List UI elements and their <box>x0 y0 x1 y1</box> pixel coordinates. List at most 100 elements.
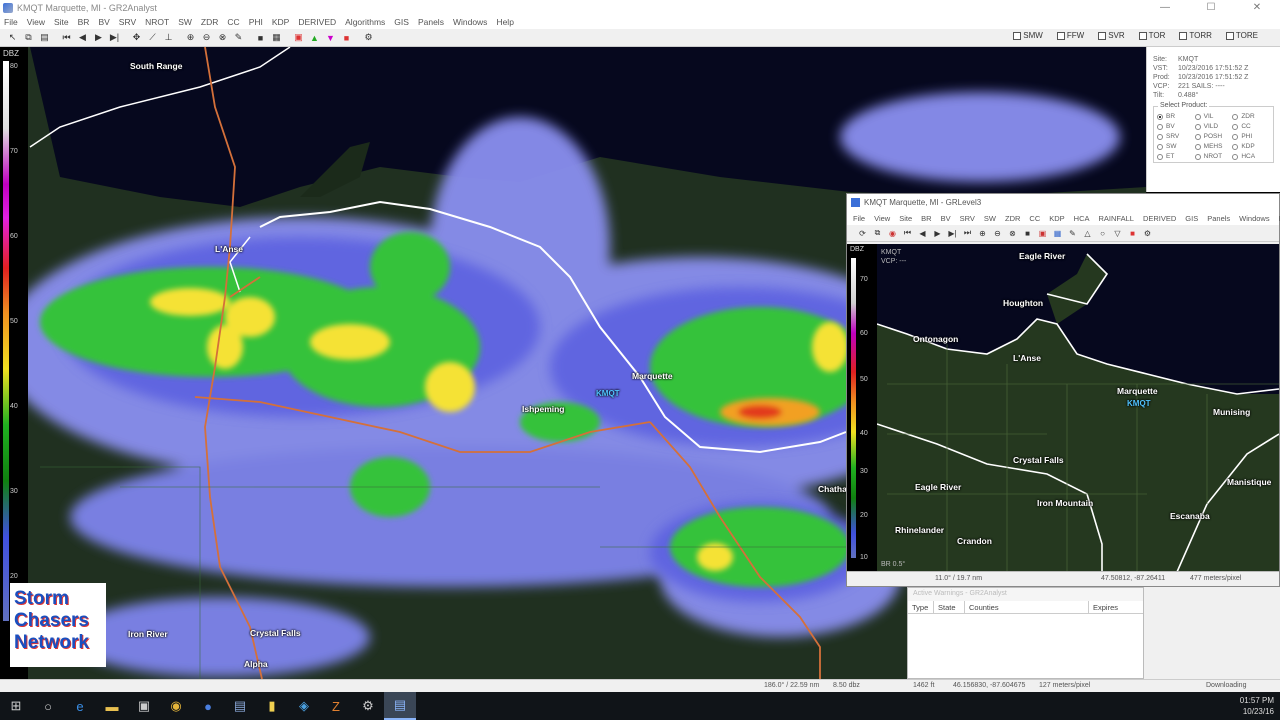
gr3-circle-icon[interactable]: ○ <box>1097 228 1108 239</box>
gr3-menu-srv[interactable]: SRV <box>960 214 975 223</box>
prev-frame-icon[interactable]: ◀ <box>76 31 89 44</box>
storm-up-icon[interactable]: ▲ <box>308 31 321 44</box>
col-state[interactable]: State <box>934 600 965 614</box>
gr3-menu-br[interactable]: BR <box>921 214 931 223</box>
product-radio-vil[interactable]: VIL <box>1194 113 1233 120</box>
menu-algorithms[interactable]: Algorithms <box>345 17 385 27</box>
menu-view[interactable]: View <box>27 17 45 27</box>
toggle-smw[interactable]: SMW <box>1013 31 1043 40</box>
gr3-menu-panels[interactable]: Panels <box>1207 214 1230 223</box>
copy-icon[interactable]: ⧉ <box>22 31 35 44</box>
play-icon[interactable]: ▶ <box>92 31 105 44</box>
menu-br[interactable]: BR <box>78 17 90 27</box>
gr3-zoom-in-icon[interactable]: ⊕ <box>977 228 988 239</box>
gr3-copy-icon[interactable]: ⧉ <box>872 228 883 239</box>
pan-icon[interactable]: ✥ <box>130 31 143 44</box>
gr3-menu-view[interactable]: View <box>874 214 890 223</box>
gr3-menu-gis[interactable]: GIS <box>1185 214 1198 223</box>
measure-icon[interactable]: ⟋ <box>146 31 159 44</box>
menu-sw[interactable]: SW <box>178 17 192 27</box>
notes-icon[interactable]: ▮ <box>256 692 288 720</box>
product-radio-sw[interactable]: SW <box>1157 143 1195 150</box>
gr3-menu-rainfall[interactable]: RAINFALL <box>1099 214 1134 223</box>
menu-nrot[interactable]: NROT <box>145 17 169 27</box>
menu-cc[interactable]: CC <box>227 17 239 27</box>
menu-phi[interactable]: PHI <box>249 17 263 27</box>
cross-section-icon[interactable]: ⊥ <box>162 31 175 44</box>
gr3-menu-file[interactable]: File <box>853 214 865 223</box>
col-expires[interactable]: Expires <box>1089 601 1139 614</box>
product-radio-phi[interactable]: PHI <box>1232 133 1270 140</box>
gr3-prev-icon[interactable]: ◀ <box>917 228 928 239</box>
gr3-settings-icon[interactable]: ⚙ <box>1142 228 1153 239</box>
toggle-tor[interactable]: TOR <box>1138 31 1165 40</box>
system-clock[interactable]: 01:57 PM 10/23/16 <box>1240 695 1274 717</box>
product-radio-kdp[interactable]: KDP <box>1232 143 1270 150</box>
gr3-zoom-out-icon[interactable]: ⊖ <box>992 228 1003 239</box>
stop-icon[interactable]: ■ <box>254 31 267 44</box>
gr3-next-icon[interactable]: ▶| <box>947 228 958 239</box>
settings-gear-icon[interactable]: ⚙ <box>352 692 384 720</box>
menu-zdr[interactable]: ZDR <box>201 17 218 27</box>
grlevel3-map[interactable]: DBZ 70 60 50 40 30 20 10 KMQT VCP: --- E… <box>847 244 1279 572</box>
toggle-ffw[interactable]: FFW <box>1056 31 1084 40</box>
minimize-button[interactable]: — <box>1142 2 1188 13</box>
zoom-in-icon[interactable]: ⊕ <box>184 31 197 44</box>
menu-gis[interactable]: GIS <box>394 17 409 27</box>
gr3-first-icon[interactable]: ⏮ <box>902 228 913 239</box>
gr3-menu-bv[interactable]: BV <box>941 214 951 223</box>
menu-help[interactable]: Help <box>496 17 513 27</box>
settings-icon[interactable]: ⚙ <box>362 31 375 44</box>
product-radio-zdr[interactable]: ZDR <box>1232 113 1270 120</box>
gr3-stop-icon[interactable]: ■ <box>1022 228 1033 239</box>
gr3-down-icon[interactable]: ▽ <box>1112 228 1123 239</box>
toggle-torr[interactable]: TORR <box>1179 31 1212 40</box>
product-radio-br[interactable]: BR <box>1157 113 1195 120</box>
product-radio-cc[interactable]: CC <box>1232 123 1270 130</box>
menu-panels[interactable]: Panels <box>418 17 444 27</box>
product-radio-srv[interactable]: SRV <box>1157 133 1195 140</box>
gr3-menu-derived[interactable]: DERIVED <box>1143 214 1176 223</box>
gr3-menu-cc[interactable]: CC <box>1029 214 1040 223</box>
menu-windows[interactable]: Windows <box>453 17 487 27</box>
print-icon[interactable]: ▤ <box>38 31 51 44</box>
product-radio-hca[interactable]: HCA <box>1232 153 1270 160</box>
gr3-play-icon[interactable]: ▶ <box>932 228 943 239</box>
zoom-region-icon[interactable]: ⊗ <box>216 31 229 44</box>
gr3-menu-sw[interactable]: SW <box>984 214 996 223</box>
grlevel3-task-icon[interactable]: ▤ <box>384 692 416 720</box>
color-table-icon[interactable]: ▣ <box>292 31 305 44</box>
menu-srv[interactable]: SRV <box>119 17 136 27</box>
gr2analyst-task-icon[interactable]: ▤ <box>224 692 256 720</box>
menu-kdp[interactable]: KDP <box>272 17 289 27</box>
start-icon[interactable]: ⊞ <box>0 692 32 720</box>
toggle-svr[interactable]: SVR <box>1098 31 1125 40</box>
gr3-menu-kdp[interactable]: KDP <box>1049 214 1064 223</box>
search-icon[interactable]: ○ <box>32 692 64 720</box>
gr3-palette-icon[interactable]: ▣ <box>1037 228 1048 239</box>
next-frame-icon[interactable]: ▶| <box>108 31 121 44</box>
menu-derived[interactable]: DERIVED <box>298 17 336 27</box>
gr3-menu-hca[interactable]: HCA <box>1074 214 1090 223</box>
product-radio-nrot[interactable]: NROT <box>1194 153 1233 160</box>
edit-icon[interactable]: ✎ <box>232 31 245 44</box>
filezilla-icon[interactable]: Z <box>320 692 352 720</box>
product-radio-mehs[interactable]: MEHS <box>1194 143 1233 150</box>
gr3-zoom-fit-icon[interactable]: ⊗ <box>1007 228 1018 239</box>
product-radio-posh[interactable]: POSH <box>1194 133 1233 140</box>
gr3-menu-windows[interactable]: Windows <box>1239 214 1269 223</box>
col-type[interactable]: Type <box>908 600 934 614</box>
store-icon[interactable]: ▣ <box>128 692 160 720</box>
gr3-layers-icon[interactable]: ▦ <box>1052 228 1063 239</box>
gr3-record-icon[interactable]: ■ <box>1127 228 1138 239</box>
file-explorer-icon[interactable]: ▬ <box>96 692 128 720</box>
record-icon[interactable]: ■ <box>340 31 353 44</box>
menu-file[interactable]: File <box>4 17 18 27</box>
close-button[interactable]: ✕ <box>1234 2 1280 13</box>
maximize-button[interactable]: ☐ <box>1188 2 1234 13</box>
toggle-tore[interactable]: TORE <box>1225 31 1258 40</box>
firefox-icon[interactable]: ● <box>192 692 224 720</box>
gr3-triangle-icon[interactable]: △ <box>1082 228 1093 239</box>
pointer-icon[interactable]: ↖ <box>6 31 19 44</box>
zoom-out-icon[interactable]: ⊖ <box>200 31 213 44</box>
